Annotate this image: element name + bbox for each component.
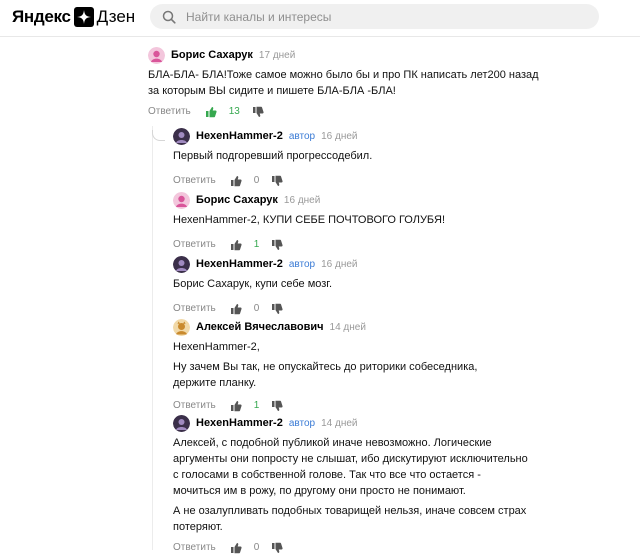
avatar[interactable] — [173, 414, 190, 432]
author-badge: автор — [288, 130, 316, 142]
comment-paragraph: БЛА-БЛА- БЛА!Тоже самое можно было бы и … — [148, 69, 539, 97]
search-icon — [162, 10, 176, 24]
comment-paragraph: Первый подгоревший прогрессодебил. — [173, 150, 373, 162]
comment-time: 16 дней — [321, 130, 358, 142]
comment: Борис Сахарук 17 дней БЛА-БЛА- БЛА!Тоже … — [148, 46, 548, 119]
avatar[interactable] — [148, 46, 165, 64]
comment-actions: Ответить 0 — [173, 300, 573, 316]
comment-paragraph: Ну зачем Вы так, не опускайтесь до ритор… — [173, 361, 478, 389]
comment-author[interactable]: Алексей Вячеславович — [196, 321, 324, 333]
reply-button[interactable]: Ответить — [148, 106, 191, 117]
thumbs-down-icon[interactable] — [271, 174, 283, 186]
reply-button[interactable]: Ответить — [173, 239, 216, 250]
dzen-logo[interactable]: Яндекс Дзен — [12, 6, 135, 28]
comment-actions: Ответить 13 — [148, 103, 548, 119]
header-divider — [0, 36, 640, 37]
comment-actions: Ответить 1 — [173, 397, 518, 413]
reply-button[interactable]: Ответить — [173, 400, 216, 411]
comment-author[interactable]: HexenHammer-2 — [196, 258, 283, 270]
comment-reply: Борис Сахарук 16 дней HexenHammer-2, КУП… — [173, 191, 573, 252]
thumbs-down-icon[interactable] — [271, 399, 283, 411]
thumbs-up-icon[interactable] — [230, 541, 242, 554]
comment-time: 17 дней — [258, 49, 296, 61]
comment-reply: HexenHammer-2 автор 14 дней Алексей, с п… — [173, 414, 531, 555]
avatar[interactable] — [173, 255, 190, 273]
thumbs-up-icon[interactable] — [205, 105, 217, 118]
thumbs-down-icon[interactable] — [252, 105, 264, 117]
comment-text: БЛА-БЛА- БЛА!Тоже самое можно было бы и … — [148, 67, 548, 99]
comment-text: Борис Сахарук, купи себе мозг. — [173, 276, 573, 292]
dzen-logo-icon — [73, 7, 94, 27]
thumbs-up-icon[interactable] — [230, 174, 242, 187]
thumbs-up-icon[interactable] — [230, 399, 242, 412]
comment-paragraph: HexenHammer-2, КУПИ СЕБЕ ПОЧТОВОГО ГОЛУБ… — [173, 214, 446, 226]
comment-reply: Алексей Вячеславович 14 дней HexenHammer… — [173, 318, 518, 413]
reply-button[interactable]: Ответить — [173, 542, 216, 553]
logo-dzen-text: Дзен — [96, 7, 136, 26]
comment-author[interactable]: Борис Сахарук — [171, 49, 253, 61]
comment-paragraph: Борис Сахарук, купи себе мозг. — [173, 278, 333, 290]
like-count: 0 — [253, 302, 260, 314]
reply-button[interactable]: Ответить — [173, 175, 216, 186]
comment-text: Алексей, с подобной публикой иначе невоз… — [173, 435, 531, 535]
logo-yandex-text: Яндекс — [12, 7, 71, 26]
like-count: 0 — [253, 541, 260, 553]
search-input[interactable] — [184, 8, 568, 25]
like-count: 13 — [228, 105, 240, 117]
like-count: 1 — [253, 238, 260, 250]
like-count: 0 — [253, 174, 260, 186]
avatar[interactable] — [173, 127, 190, 145]
comment-paragraph: Алексей, с подобной публикой иначе невоз… — [173, 437, 528, 497]
comment-text: Первый подгоревший прогрессодебил. — [173, 148, 573, 164]
reply-button[interactable]: Ответить — [173, 303, 216, 314]
top-header: Яндекс Дзен — [0, 0, 640, 36]
thumbs-up-icon[interactable] — [230, 302, 242, 315]
avatar[interactable] — [173, 191, 190, 209]
thumbs-up-icon[interactable] — [230, 238, 242, 251]
comment-time: 14 дней — [321, 417, 358, 429]
thumbs-down-icon[interactable] — [271, 541, 283, 553]
comment-actions: Ответить 0 — [173, 172, 573, 188]
comment-actions: Ответить 1 — [173, 236, 573, 252]
author-badge: автор — [288, 417, 316, 429]
comment-text: HexenHammer-2, КУПИ СЕБЕ ПОЧТОВОГО ГОЛУБ… — [173, 212, 573, 228]
comment-time: 16 дней — [321, 258, 358, 270]
thread-branch — [152, 130, 165, 141]
comment-author[interactable]: Борис Сахарук — [196, 194, 278, 206]
comment-text: HexenHammer-2, Ну зачем Вы так, не опуск… — [173, 339, 518, 391]
like-count: 1 — [253, 399, 260, 411]
comment-author[interactable]: HexenHammer-2 — [196, 130, 283, 142]
comment-reply: HexenHammer-2 автор 16 дней Борис Сахару… — [173, 255, 573, 316]
comment-reply: HexenHammer-2 автор 16 дней Первый подго… — [173, 127, 573, 188]
comment-paragraph: А не озалупливать подобных товарищей нел… — [173, 505, 527, 533]
thread-line — [152, 126, 153, 550]
comment-actions: Ответить 0 — [173, 539, 531, 555]
comment-paragraph: HexenHammer-2, — [173, 341, 260, 353]
search-bar[interactable] — [150, 4, 599, 29]
comment-time: 16 дней — [283, 194, 321, 206]
comment-author[interactable]: HexenHammer-2 — [196, 417, 283, 429]
avatar[interactable] — [173, 318, 190, 336]
comment-time: 14 дней — [329, 321, 366, 333]
thumbs-down-icon[interactable] — [271, 238, 283, 250]
author-badge: автор — [288, 258, 316, 270]
thumbs-down-icon[interactable] — [271, 302, 283, 314]
